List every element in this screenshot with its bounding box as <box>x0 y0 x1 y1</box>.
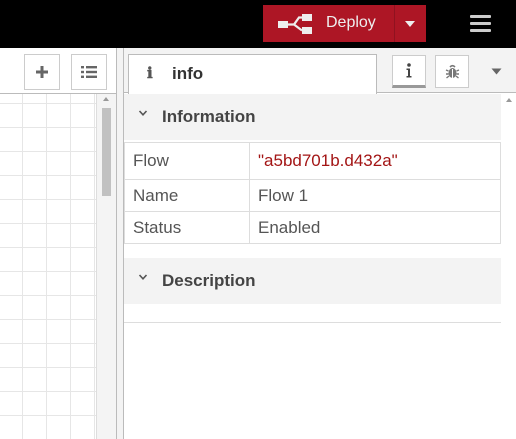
bug-icon <box>445 64 459 79</box>
sidebar-menu-button[interactable] <box>484 55 508 88</box>
tab-info-label: info <box>172 64 204 83</box>
deploy-label: Deploy <box>326 14 376 31</box>
information-section-title: Information <box>162 107 256 126</box>
description-section-title: Description <box>162 271 256 290</box>
sidebar: ℹ info Information Flow "a5bd701b.d432a"… <box>124 48 516 439</box>
scroll-up-icon[interactable] <box>506 98 512 102</box>
info-icon <box>406 63 412 78</box>
sidebar-separator[interactable] <box>116 48 124 439</box>
flow-id-value[interactable]: "a5bd701b.d432a" <box>258 151 398 170</box>
sidebar-tabbar: ℹ info <box>124 48 516 94</box>
main-menu-button[interactable] <box>465 10 495 38</box>
info-value-flow[interactable]: "a5bd701b.d432a" <box>249 142 501 180</box>
hamburger-icon <box>470 15 491 18</box>
description-content <box>124 304 501 323</box>
chevron-down-icon <box>138 110 148 116</box>
deploy-button[interactable]: Deploy <box>263 5 426 42</box>
info-value-name: Flow 1 <box>249 179 501 212</box>
sidebar-scrollbar[interactable] <box>501 94 516 439</box>
workspace-canvas[interactable] <box>0 94 96 439</box>
debug-sidebar-button[interactable] <box>435 55 469 88</box>
info-value-status: Enabled <box>249 211 501 244</box>
list-flows-button[interactable] <box>71 54 107 90</box>
hamburger-line <box>470 29 491 32</box>
hamburger-line <box>470 22 491 25</box>
workspace-scrollbar-thumb[interactable] <box>102 108 111 196</box>
table-row: Name Flow 1 <box>124 179 501 212</box>
info-icon: ℹ <box>147 64 153 82</box>
deploy-options-button[interactable] <box>394 5 426 42</box>
description-section-header[interactable]: Description <box>124 258 501 304</box>
list-icon <box>81 66 97 78</box>
plus-icon <box>36 66 48 78</box>
info-key-status: Status <box>124 211 250 244</box>
chevron-down-icon <box>138 274 148 280</box>
information-section-header[interactable]: Information <box>124 94 501 140</box>
info-key-name: Name <box>124 179 250 212</box>
info-table: Flow "a5bd701b.d432a" Name Flow 1 Status… <box>124 142 501 244</box>
tab-info[interactable]: ℹ info <box>128 54 377 94</box>
info-sidebar-button[interactable] <box>392 55 426 88</box>
scroll-up-icon[interactable] <box>103 97 109 101</box>
table-row: Flow "a5bd701b.d432a" <box>124 142 501 180</box>
info-key-flow: Flow <box>124 142 250 180</box>
header-bar: Deploy <box>0 0 516 48</box>
workspace-tabbar <box>0 48 116 94</box>
deploy-main-button[interactable]: Deploy <box>263 5 394 42</box>
caret-down-icon <box>491 68 501 75</box>
deploy-icon <box>278 14 312 34</box>
add-flow-button[interactable] <box>24 54 60 90</box>
caret-down-icon <box>405 20 415 27</box>
table-row: Status Enabled <box>124 211 501 244</box>
